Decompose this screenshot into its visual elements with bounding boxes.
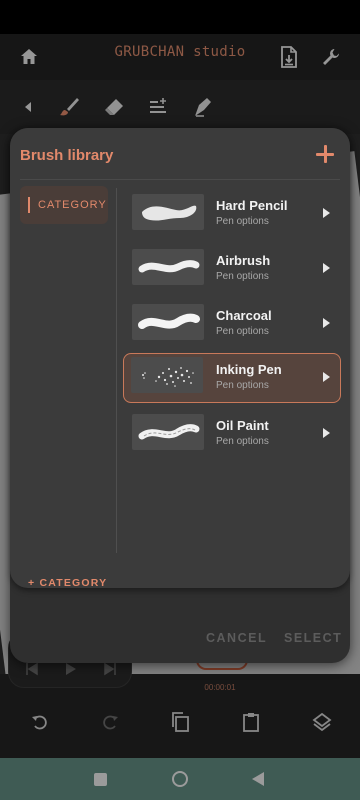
- brush-subtitle: Pen options: [216, 216, 269, 227]
- airbrush-preview: [132, 249, 204, 285]
- brush-name: Hard Pencil: [216, 198, 288, 213]
- charcoal-preview: [132, 304, 204, 340]
- brush-subtitle: Pen options: [216, 436, 269, 447]
- brush-name: Inking Pen: [216, 362, 282, 377]
- brush-item[interactable]: Airbrush Pen options: [124, 245, 340, 293]
- brush-subtitle: Pen options: [216, 326, 269, 337]
- brush-subtitle: Pen options: [216, 380, 269, 391]
- category-item[interactable]: CATEGORY: [20, 186, 108, 224]
- brush-name: Oil Paint: [216, 418, 269, 433]
- add-brush-icon[interactable]: [312, 141, 338, 167]
- category-indicator: [28, 197, 30, 213]
- panel-title: Brush library: [20, 147, 114, 164]
- header-divider: [20, 179, 340, 180]
- brush-name: Charcoal: [216, 308, 272, 323]
- brush-name: Airbrush: [216, 253, 271, 268]
- select-button[interactable]: SELECT: [284, 631, 342, 645]
- cancel-button[interactable]: CANCEL: [206, 631, 267, 645]
- brush-item[interactable]: Hard Pencil Pen options: [124, 190, 340, 238]
- brush-item[interactable]: Charcoal Pen options: [124, 300, 340, 348]
- brush-item-selected[interactable]: Inking Pen Pen options: [123, 353, 341, 403]
- dialog-actions: CANCEL SELECT: [10, 615, 350, 663]
- category-label: CATEGORY: [38, 199, 107, 211]
- inking-pen-preview: [131, 357, 203, 393]
- oil-paint-preview: [132, 414, 204, 450]
- brush-dialog: Brush library CATEGORY + CATEGORY Hard P…: [10, 128, 350, 663]
- column-divider: [116, 188, 117, 553]
- expand-arrow-icon[interactable]: [323, 208, 330, 218]
- expand-arrow-icon[interactable]: [323, 372, 330, 382]
- expand-arrow-icon[interactable]: [323, 263, 330, 273]
- hard-pencil-preview: [132, 194, 204, 230]
- brush-item[interactable]: Oil Paint Pen options: [124, 410, 340, 458]
- brush-subtitle: Pen options: [216, 271, 269, 282]
- expand-arrow-icon[interactable]: [323, 428, 330, 438]
- add-category-button[interactable]: + CATEGORY: [28, 577, 107, 589]
- brush-library-panel: Brush library CATEGORY + CATEGORY Hard P…: [10, 128, 350, 589]
- expand-arrow-icon[interactable]: [323, 318, 330, 328]
